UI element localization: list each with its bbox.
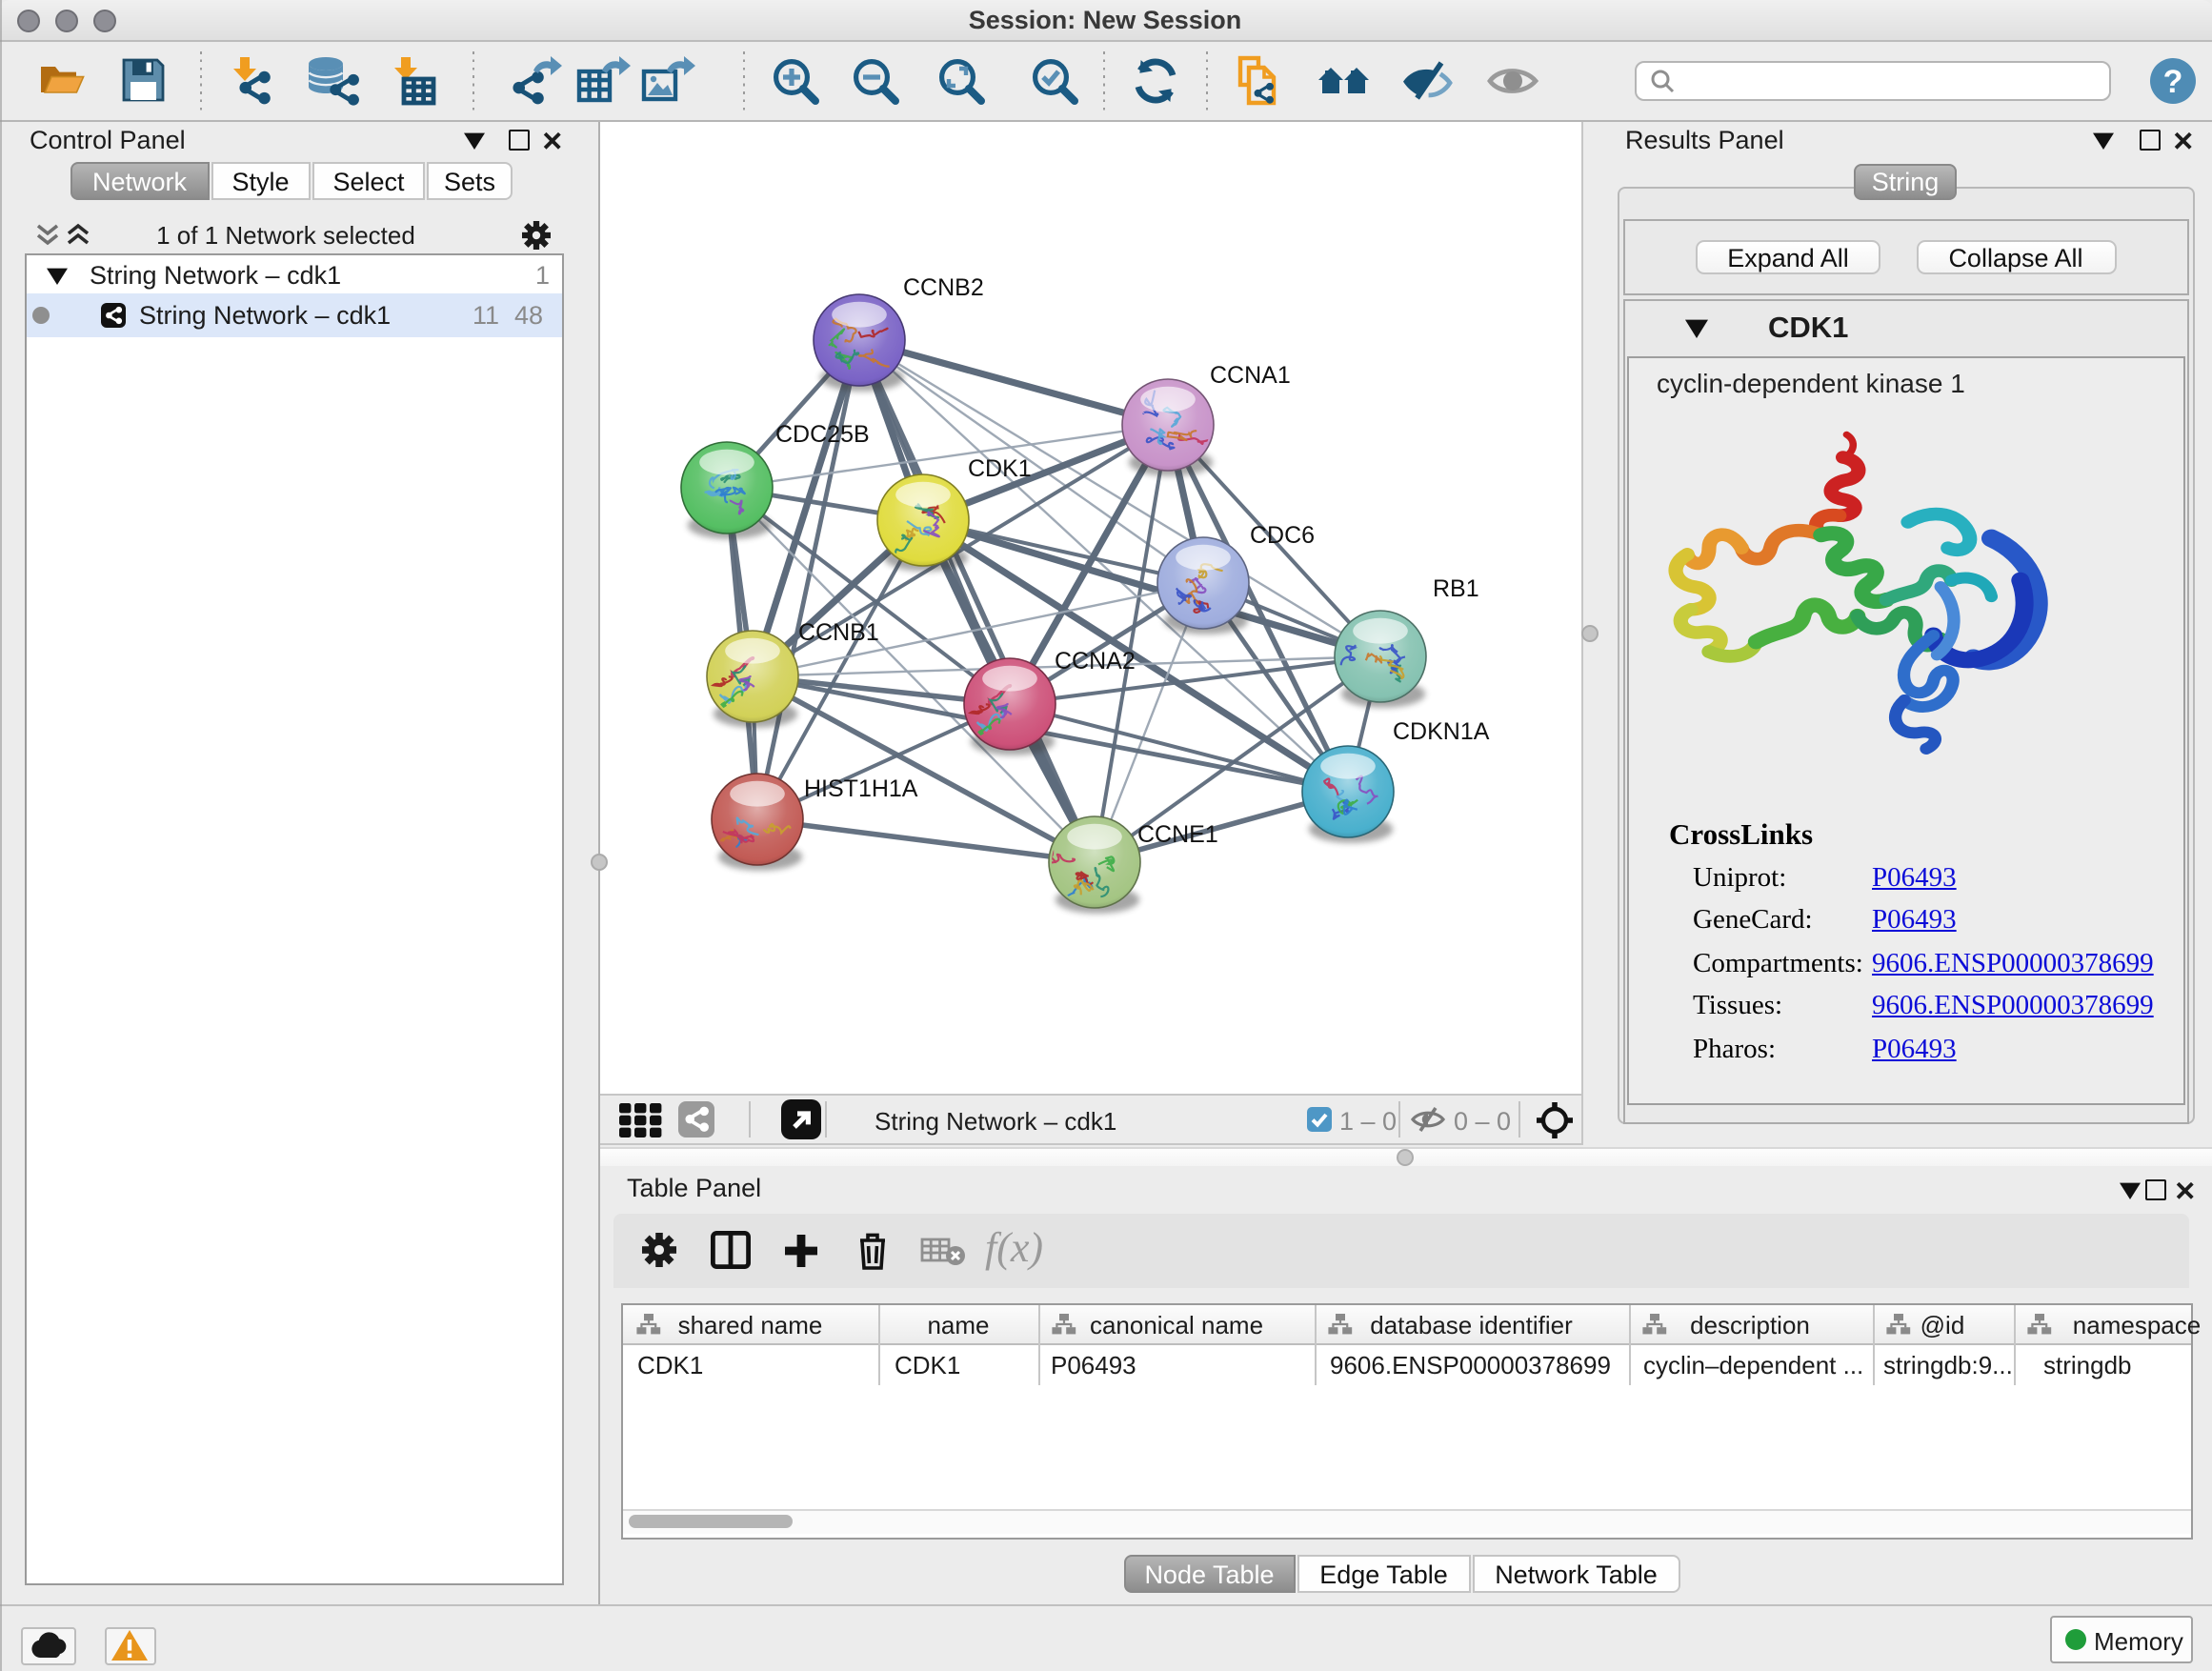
svg-text:CDK1: CDK1	[968, 455, 1032, 482]
svg-text:CCNA2: CCNA2	[1055, 648, 1136, 674]
svg-text:CCNB1: CCNB1	[798, 619, 879, 646]
svg-text:CDKN1A: CDKN1A	[1393, 718, 1490, 745]
svg-text:CCNA1: CCNA1	[1210, 362, 1291, 389]
svg-text:CDC25B: CDC25B	[775, 421, 870, 448]
svg-text:CCNB2: CCNB2	[903, 274, 984, 301]
svg-text:CDC6: CDC6	[1250, 522, 1315, 549]
svg-text:RB1: RB1	[1433, 575, 1479, 602]
svg-text:?: ?	[2162, 63, 2182, 99]
svg-text:HIST1H1A: HIST1H1A	[804, 775, 918, 802]
svg-text:CCNE1: CCNE1	[1137, 821, 1218, 848]
